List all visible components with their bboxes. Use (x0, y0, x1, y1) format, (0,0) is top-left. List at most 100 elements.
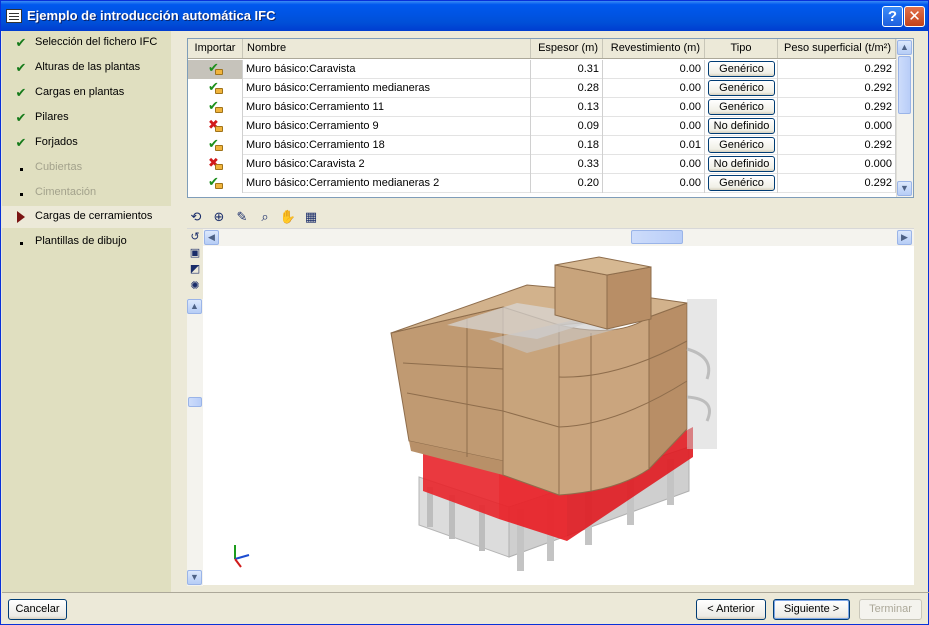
check-icon: ✔ (15, 35, 27, 50)
revestimiento-cell[interactable]: 0.01 (603, 136, 705, 155)
import-ok-icon: ✔ (208, 60, 224, 76)
edit-pen-icon[interactable]: ✎ (233, 208, 251, 226)
step-pilares: ✔ Pilares (2, 107, 171, 129)
footer-separator (2, 592, 929, 593)
col-importar[interactable]: Importar (188, 39, 243, 58)
step-label: Cargas en plantas (35, 86, 125, 98)
tipo-button[interactable]: No definido (708, 156, 775, 172)
revestimiento-cell[interactable]: 0.00 (603, 60, 705, 79)
check-icon: ✔ (15, 60, 27, 75)
building-model[interactable] (187, 229, 914, 586)
step-label: Forjados (35, 136, 78, 148)
revestimiento-cell[interactable]: 0.00 (603, 79, 705, 98)
espesor-cell[interactable]: 0.13 (531, 98, 603, 117)
table-row[interactable]: ✔ Muro básico:Caravista 0.31 0.00 Genéri… (188, 60, 896, 79)
import-ok-icon: ✔ (208, 174, 224, 190)
import-cell[interactable]: ✔ (188, 79, 243, 98)
step-forjados: ✔ Forjados (2, 132, 171, 154)
import-cell[interactable]: ✖ (188, 117, 243, 136)
table-row[interactable]: ✖ Muro básico:Caravista 2 0.33 0.00 No d… (188, 155, 896, 174)
tipo-button[interactable]: Genérico (708, 80, 775, 96)
step-cubiertas: Cubiertas (2, 157, 171, 179)
step-cargas-cerramientos: Cargas de cerramientos (2, 206, 171, 228)
table-row[interactable]: ✔ Muro básico:Cerramiento 11 0.13 0.00 G… (188, 98, 896, 117)
table-row[interactable]: ✖ Muro básico:Cerramiento 9 0.09 0.00 No… (188, 117, 896, 136)
import-cell[interactable]: ✔ (188, 136, 243, 155)
import-excluded-icon: ✖ (208, 117, 224, 133)
espesor-cell[interactable]: 0.28 (531, 79, 603, 98)
name-cell: Muro básico:Caravista (243, 60, 531, 79)
table-row[interactable]: ✔ Muro básico:Cerramiento medianeras 2 0… (188, 174, 896, 193)
table-row[interactable]: ✔ Muro básico:Cerramiento medianeras 0.2… (188, 79, 896, 98)
finish-button: Terminar (859, 599, 922, 620)
table-header: Importar Nombre Espesor (m) Revestimient… (188, 39, 896, 59)
roof-penthouse (554, 256, 652, 330)
model-viewer-3d[interactable]: ↺ ▣ ◩ ✺ ◀ ▶ ▲ ▼ (187, 228, 914, 586)
scroll-up-button[interactable]: ▲ (897, 40, 912, 55)
import-cell[interactable]: ✔ (188, 98, 243, 117)
col-espesor[interactable]: Espesor (m) (531, 39, 603, 58)
peso-cell: 0.000 (778, 155, 896, 174)
col-revestimiento[interactable]: Revestimiento (m) (603, 39, 705, 58)
check-icon: ✔ (15, 110, 27, 125)
scroll-down-button[interactable]: ▼ (897, 181, 912, 196)
step-label: Pilares (35, 111, 69, 123)
revestimiento-cell[interactable]: 0.00 (603, 98, 705, 117)
next-button[interactable]: Siguiente > (773, 599, 850, 620)
floor-plan-icon[interactable]: ▦ (302, 208, 320, 226)
window-title: Ejemplo de introducción automática IFC (27, 8, 276, 23)
tipo-button[interactable]: Genérico (708, 61, 775, 77)
step-cargas-plantas: ✔ Cargas en plantas (2, 82, 171, 104)
peso-cell: 0.292 (778, 174, 896, 193)
table-row[interactable]: ✔ Muro básico:Cerramiento 18 0.18 0.01 G… (188, 136, 896, 155)
table-vertical-scrollbar[interactable]: ▲ ▼ (896, 39, 913, 197)
import-ok-icon: ✔ (208, 79, 224, 95)
bullet-icon (20, 168, 23, 171)
revestimiento-cell[interactable]: 0.00 (603, 155, 705, 174)
import-cell[interactable]: ✔ (188, 60, 243, 79)
title-bar[interactable]: Ejemplo de introducción automática IFC ?… (1, 1, 928, 31)
tipo-button[interactable]: Genérico (708, 137, 775, 153)
tipo-button[interactable]: Genérico (708, 99, 775, 115)
import-cell[interactable]: ✔ (188, 174, 243, 193)
peso-cell: 0.000 (778, 117, 896, 136)
col-nombre[interactable]: Nombre (243, 39, 531, 58)
import-excluded-icon: ✖ (208, 155, 224, 171)
walls-table: Importar Nombre Espesor (m) Revestimient… (187, 38, 914, 198)
help-button[interactable]: ? (882, 6, 903, 27)
scroll-thumb[interactable] (898, 56, 911, 114)
col-peso[interactable]: Peso superficial (t/m²) (778, 39, 896, 58)
tipo-cell: Genérico (705, 98, 778, 117)
step-plantillas-dibujo: Plantillas de dibujo (2, 231, 171, 253)
step-label: Cargas de cerramientos (35, 210, 153, 222)
espesor-cell[interactable]: 0.09 (531, 117, 603, 136)
rotate-view-icon[interactable]: ⟲ (187, 208, 205, 226)
tipo-cell: Genérico (705, 60, 778, 79)
col-tipo[interactable]: Tipo (705, 39, 778, 58)
close-button[interactable]: ✕ (904, 6, 925, 27)
axis-triad-icon (234, 545, 250, 568)
espesor-cell[interactable]: 0.31 (531, 60, 603, 79)
previous-button[interactable]: < Anterior (696, 599, 766, 620)
tipo-button[interactable]: Genérico (708, 175, 775, 191)
tipo-cell: No definido (705, 155, 778, 174)
espesor-cell[interactable]: 0.20 (531, 174, 603, 193)
revestimiento-cell[interactable]: 0.00 (603, 174, 705, 193)
cancel-button[interactable]: Cancelar (8, 599, 67, 620)
name-cell: Muro básico:Cerramiento 9 (243, 117, 531, 136)
espesor-cell[interactable]: 0.18 (531, 136, 603, 155)
pan-hand-icon[interactable]: ✋ (279, 208, 297, 226)
revestimiento-cell[interactable]: 0.00 (603, 117, 705, 136)
name-cell: Muro básico:Cerramiento 11 (243, 98, 531, 117)
step-cimentacion: Cimentación (2, 182, 171, 204)
step-alturas-plantas: ✔ Alturas de las plantas (2, 57, 171, 79)
zoom-extents-icon[interactable]: ⊕ (210, 208, 228, 226)
peso-cell: 0.292 (778, 79, 896, 98)
tipo-cell: Genérico (705, 79, 778, 98)
zoom-window-icon[interactable]: ⌕ (256, 208, 274, 226)
espesor-cell[interactable]: 0.33 (531, 155, 603, 174)
import-cell[interactable]: ✖ (188, 155, 243, 174)
tipo-button[interactable]: No definido (708, 118, 775, 134)
tipo-cell: Genérico (705, 136, 778, 155)
step-label: Selección del fichero IFC (35, 36, 158, 48)
